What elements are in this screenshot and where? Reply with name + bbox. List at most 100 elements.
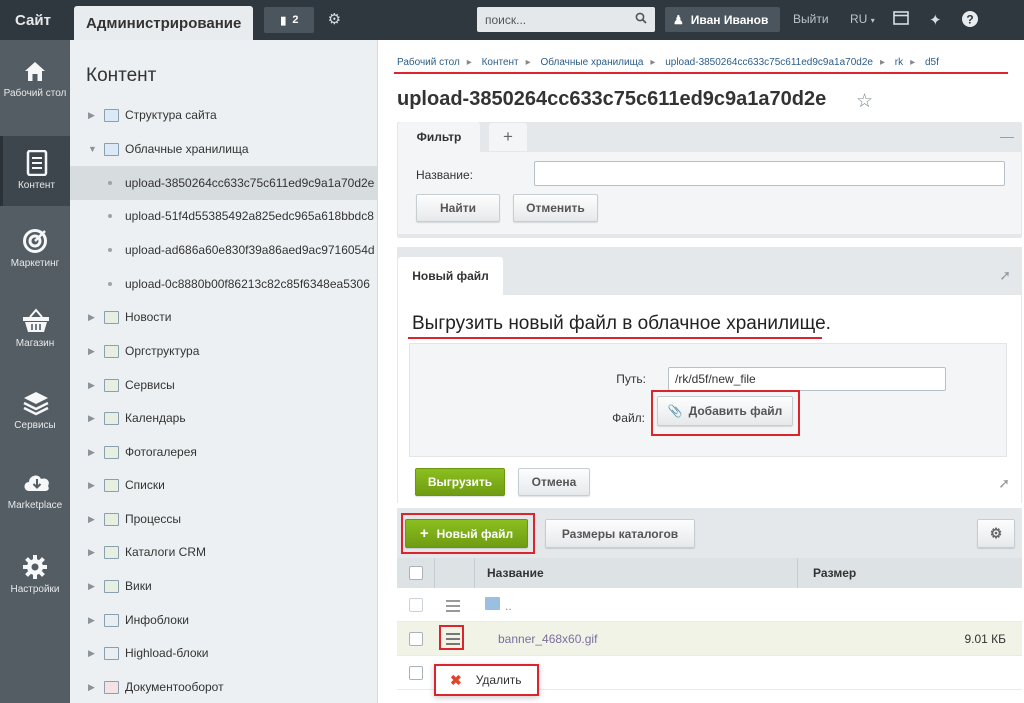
cancel-upload-button[interactable]: Отмена xyxy=(518,468,590,496)
tree-node-cloud-storage[interactable]: ▼ Облачные хранилища xyxy=(70,132,378,166)
tree-node-calendar[interactable]: ▶ Календарь xyxy=(70,401,378,435)
language-select[interactable]: RU ▾ xyxy=(850,12,875,26)
window-icon[interactable] xyxy=(893,11,909,29)
tree-node-label: Документооборот xyxy=(125,680,224,694)
chevron-right-icon[interactable]: ▶ xyxy=(88,312,98,323)
tree-node-wiki[interactable]: ▶ Вики xyxy=(70,569,378,603)
pin-icon[interactable]: ✦ xyxy=(929,11,942,29)
sidebar-item-content[interactable]: Контент xyxy=(0,136,70,206)
layers-icon xyxy=(22,390,49,416)
folder-icon xyxy=(104,108,119,122)
file-size: 9.01 КБ xyxy=(964,632,1006,646)
row-menu-icon[interactable] xyxy=(446,600,460,612)
sidebar-item-services[interactable]: Сервисы xyxy=(0,390,70,431)
tree-node-upload-4[interactable]: upload-0c8880b00f86213c82c85f6348ea5306 xyxy=(70,267,378,301)
sidebar-item-shop[interactable]: Магазин xyxy=(0,308,70,349)
tree-node-services[interactable]: ▶ Сервисы xyxy=(70,368,378,402)
user-button[interactable]: ♟ Иван Иванов xyxy=(665,7,780,32)
sidebar-item-settings[interactable]: Настройки xyxy=(0,554,70,595)
tree-node-label: Highload-блоки xyxy=(125,646,209,660)
tree-node-upload-3[interactable]: upload-ad686a60e830f39a86aed9ac9716054d xyxy=(70,233,378,267)
tree-node-crm[interactable]: ▶ Каталоги CRM xyxy=(70,535,378,569)
chevron-right-icon[interactable]: ▶ xyxy=(88,648,98,659)
settings-icon[interactable]: ⚙ xyxy=(326,12,342,28)
grid-settings-icon[interactable]: ⚙ xyxy=(977,519,1015,548)
chevron-right-icon[interactable]: ▶ xyxy=(88,581,98,592)
logout-link[interactable]: Выйти xyxy=(793,12,829,26)
chevron-right-icon[interactable]: ▶ xyxy=(88,110,98,121)
chevron-right-icon[interactable]: ▶ xyxy=(88,480,98,491)
row-checkbox[interactable] xyxy=(409,598,423,612)
tree-node-upload-2[interactable]: upload-51f4d55385492a825edc965a618bbdc8 xyxy=(70,199,378,233)
chevron-right-icon[interactable]: ▶ xyxy=(88,380,98,391)
breadcrumb-item[interactable]: upload-3850264cc633c75c611ed9c9a1a70d2e xyxy=(665,57,873,68)
tab-filter[interactable]: Фильтр xyxy=(398,122,480,152)
filter-name-input[interactable] xyxy=(534,161,1005,186)
search-input[interactable]: поиск... xyxy=(477,7,655,32)
filter-name-label: Название: xyxy=(416,168,473,182)
tree-node-lists[interactable]: ▶ Списки xyxy=(70,468,378,502)
breadcrumb-item[interactable]: Контент xyxy=(482,57,519,68)
delete-menu-item[interactable]: Удалить xyxy=(476,673,522,687)
add-filter-tab-button[interactable]: + xyxy=(489,123,527,151)
chevron-right-icon[interactable]: ▶ xyxy=(88,447,98,458)
notifications-button[interactable]: ▮ 2 xyxy=(264,7,315,33)
sidebar-item-marketplace[interactable]: Marketplace xyxy=(0,470,70,511)
main-area: Рабочий стол ▸ Контент ▸ Облачные хранилищ… xyxy=(386,50,1024,703)
new-file-heading: Выгрузить новый файл в облачное хранилищ… xyxy=(412,313,831,334)
column-size[interactable]: Размер xyxy=(813,566,856,580)
pin-icon[interactable]: ➚ xyxy=(999,267,1011,284)
help-icon[interactable]: ? xyxy=(961,10,979,32)
docflow-icon xyxy=(104,680,119,694)
chevron-right-icon[interactable]: ▶ xyxy=(88,514,98,525)
sidebar-item-label: Рабочий стол xyxy=(3,88,67,99)
select-all-checkbox[interactable] xyxy=(409,566,423,580)
tree-node-iblocks[interactable]: ▶ Инфоблоки xyxy=(70,603,378,637)
pin-icon[interactable]: ➚ xyxy=(998,475,1010,492)
sidebar-item-desktop[interactable]: Рабочий стол xyxy=(0,58,70,99)
sidebar-item-label: Сервисы xyxy=(14,420,56,431)
chevron-right-icon[interactable]: ▶ xyxy=(88,615,98,626)
dir-sizes-button[interactable]: Размеры каталогов xyxy=(545,519,695,548)
tab-new-file[interactable]: Новый файл xyxy=(398,257,503,295)
minimize-icon[interactable]: — xyxy=(1000,128,1014,144)
new-file-panel: Новый файл ➚ Выгрузить новый файл в обла… xyxy=(397,247,1022,503)
chevron-down-icon[interactable]: ▼ xyxy=(88,144,98,154)
tree-node-site-structure[interactable]: ▶ Структура сайта xyxy=(70,98,378,132)
tree-node-news[interactable]: ▶ Новости xyxy=(70,300,378,334)
table-row[interactable]: banner_468x60.gif 9.01 КБ xyxy=(397,622,1022,656)
tree-node-gallery[interactable]: ▶ Фотогалерея xyxy=(70,435,378,469)
row-checkbox[interactable] xyxy=(409,666,423,680)
cancel-filter-button[interactable]: Отменить xyxy=(513,194,598,222)
bullet-icon xyxy=(108,248,112,252)
breadcrumb-item[interactable]: rk xyxy=(895,57,903,68)
chevron-right-icon[interactable]: ▶ xyxy=(88,547,98,558)
tree-node-org[interactable]: ▶ Оргструктура xyxy=(70,334,378,368)
star-icon[interactable]: ☆ xyxy=(856,90,873,113)
sidebar-item-marketing[interactable]: Маркетинг xyxy=(0,228,70,269)
tree-node-docflow[interactable]: ▶ Документооборот xyxy=(70,670,378,703)
bullet-icon xyxy=(108,282,112,286)
chevron-right-icon[interactable]: ▶ xyxy=(88,346,98,357)
admin-tab[interactable]: Администрирование xyxy=(74,6,254,40)
upload-button[interactable]: Выгрузить xyxy=(415,468,505,496)
breadcrumb-item[interactable]: Рабочий стол xyxy=(397,57,460,68)
search-icon[interactable] xyxy=(635,12,647,27)
chevron-right-icon[interactable]: ▶ xyxy=(88,682,98,693)
path-input[interactable]: /rk/d5f/new_file xyxy=(668,367,946,391)
site-tab[interactable]: Сайт xyxy=(0,0,66,40)
tree-node-highload[interactable]: ▶ Highload-блоки xyxy=(70,636,378,670)
parent-dir-link[interactable]: .. xyxy=(505,599,512,613)
breadcrumb-item[interactable]: Облачные хранилища xyxy=(540,57,643,68)
column-name[interactable]: Название xyxy=(487,566,544,580)
find-button[interactable]: Найти xyxy=(416,194,500,222)
home-icon xyxy=(22,58,48,84)
tree-node-upload-1[interactable]: upload-3850264cc633c75c611ed9c9a1a70d2e xyxy=(70,166,378,200)
svg-text:?: ? xyxy=(966,13,973,27)
row-checkbox[interactable] xyxy=(409,632,423,646)
chevron-right-icon[interactable]: ▶ xyxy=(88,413,98,424)
table-row[interactable]: .. xyxy=(397,588,1022,622)
breadcrumb-item[interactable]: d5f xyxy=(925,57,939,68)
file-link[interactable]: banner_468x60.gif xyxy=(498,632,597,646)
tree-node-processes[interactable]: ▶ Процессы xyxy=(70,502,378,536)
